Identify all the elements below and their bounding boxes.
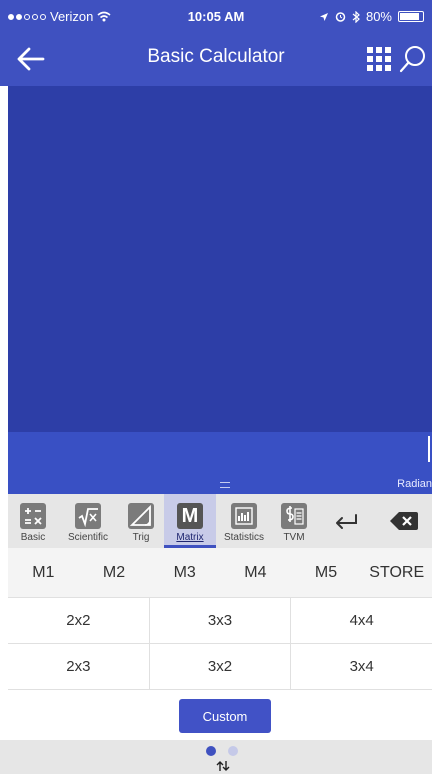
enter-button[interactable] [316, 494, 376, 548]
bar-chart-icon [231, 503, 257, 529]
matrix-size-row: 2x2 3x3 4x4 [8, 598, 432, 644]
matrix-size-3x2-button[interactable]: 3x2 [149, 644, 292, 689]
keyboard-page-indicator [0, 740, 432, 774]
memory-key-m5[interactable]: M5 [291, 548, 362, 597]
return-arrow-icon [336, 514, 357, 529]
expand-arrows-icon[interactable] [216, 760, 230, 772]
tab-scientific-label: Scientific [67, 532, 108, 543]
basic-calculator-icon [20, 503, 46, 529]
keyboard-mode-tabs: Basic Scientific Trig M Matrix Statistic… [8, 494, 432, 548]
result-display [8, 86, 432, 432]
memory-key-m3[interactable]: M3 [149, 548, 220, 597]
location-arrow-icon [319, 12, 328, 21]
backspace-icon [390, 512, 418, 530]
backspace-button[interactable] [376, 494, 432, 548]
status-icons: 80% [319, 9, 424, 24]
money-calculator-icon [281, 503, 307, 529]
bluetooth-icon [352, 10, 360, 23]
page-dot[interactable] [228, 746, 238, 756]
matrix-size-row: 2x3 3x2 3x4 [8, 644, 432, 690]
battery-percent: 80% [365, 9, 392, 24]
page-dot-active[interactable] [206, 746, 216, 756]
matrix-m-icon: M [177, 503, 203, 529]
matrix-size-3x4-button[interactable]: 3x4 [291, 644, 432, 689]
status-bar: Verizon 10:05 AM 80% [0, 0, 432, 32]
tab-trig[interactable]: Trig [118, 494, 164, 548]
text-cursor [428, 436, 430, 462]
tab-basic-label: Basic [20, 532, 46, 543]
tab-statistics[interactable]: Statistics [216, 494, 272, 548]
tab-trig-label: Trig [132, 532, 150, 543]
matrix-size-3x3-button[interactable]: 3x3 [149, 598, 292, 643]
apps-grid-icon[interactable] [367, 47, 391, 71]
tab-matrix[interactable]: M Matrix [164, 494, 216, 548]
matrix-size-2x2-button[interactable]: 2x2 [8, 598, 150, 643]
tab-basic[interactable]: Basic [8, 494, 58, 548]
custom-size-area: Custom [8, 692, 432, 740]
expression-input[interactable]: Radian [8, 432, 432, 494]
search-icon[interactable] [398, 44, 428, 74]
store-button[interactable]: STORE [361, 548, 432, 597]
angle-mode-label[interactable]: Radian [397, 478, 432, 490]
triangle-ruler-icon [128, 503, 154, 529]
tab-scientific[interactable]: Scientific [58, 494, 118, 548]
battery-icon [398, 11, 424, 22]
memory-keys-row: M1 M2 M3 M4 M5 STORE [8, 548, 432, 598]
tab-matrix-label: Matrix [176, 532, 204, 543]
matrix-size-4x4-button[interactable]: 4x4 [291, 598, 432, 643]
tab-statistics-label: Statistics [223, 532, 264, 543]
calculator-screen: Verizon 10:05 AM 80% Basic Calculator Ra… [0, 0, 432, 774]
custom-matrix-button[interactable]: Custom [179, 699, 271, 733]
memory-key-m2[interactable]: M2 [79, 548, 150, 597]
square-root-icon [75, 503, 101, 529]
drag-handle-icon[interactable] [220, 482, 230, 488]
tab-tvm-label: TVM [283, 532, 305, 543]
matrix-size-grid: 2x2 3x3 4x4 2x3 3x2 3x4 [8, 598, 432, 690]
memory-key-m4[interactable]: M4 [220, 548, 291, 597]
matrix-size-2x3-button[interactable]: 2x3 [8, 644, 150, 689]
navigation-bar: Basic Calculator [0, 32, 432, 86]
memory-key-m1[interactable]: M1 [8, 548, 79, 597]
alarm-clock-icon [335, 12, 346, 22]
tab-tvm[interactable]: TVM [272, 494, 316, 548]
